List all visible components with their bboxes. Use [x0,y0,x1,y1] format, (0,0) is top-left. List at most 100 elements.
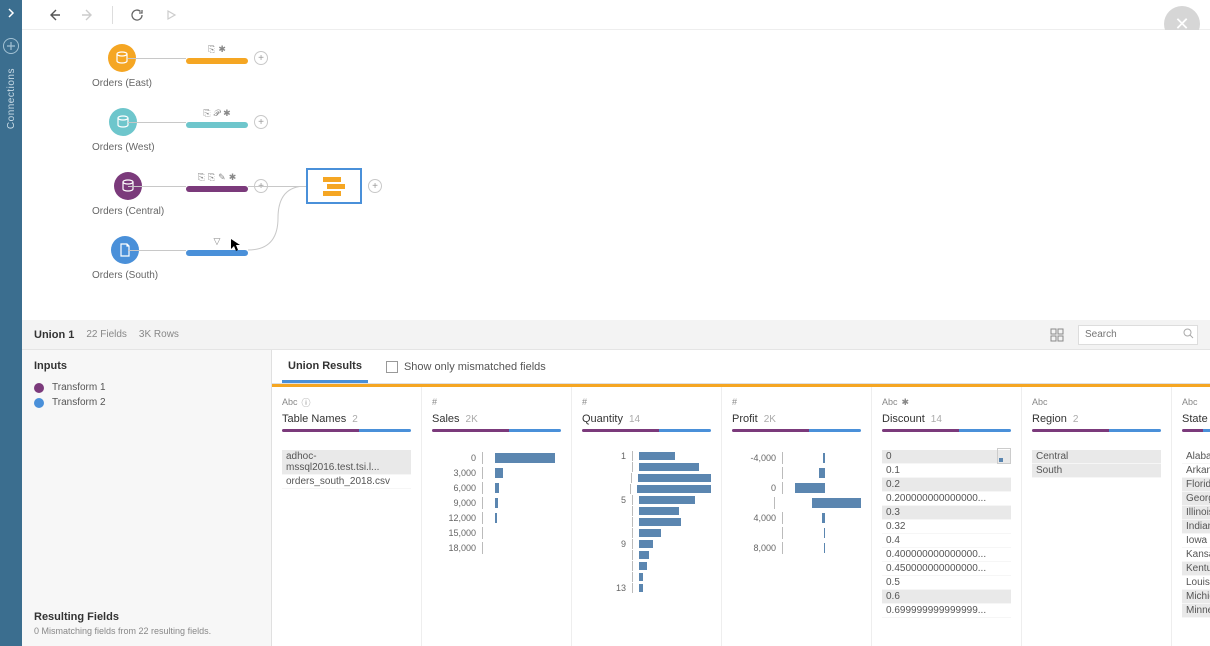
card-count: 14 [931,414,942,425]
hist-tick [632,495,633,505]
value-row[interactable]: Minnes [1182,604,1210,618]
value-row[interactable]: South [1032,464,1161,478]
flow-canvas[interactable]: Orders (East) ⎘ ✱ + Orders (West) ⎘ 𝒫 ✱ … [22,30,1210,320]
hist-bar [639,496,695,504]
flow-node-orders-west[interactable]: Orders (West) [92,108,155,153]
value-row[interactable]: Indiana [1182,520,1210,534]
hist-bar [637,485,711,493]
value-row[interactable]: 0.4 [882,534,1011,548]
back-button[interactable] [44,5,64,25]
value-row[interactable]: 0.400000000000000... [882,548,1011,562]
step-out-icon: ⎘ [203,108,210,119]
value-row[interactable]: 0.32 [882,520,1011,534]
flow-step-west[interactable]: ⎘ 𝒫 ✱ [186,108,248,128]
hist-tick [482,452,483,464]
expand-rail-button[interactable] [7,8,15,18]
hist-label: 0 [432,453,476,463]
value-row[interactable]: Kentuc [1182,562,1210,576]
value-row[interactable]: adhoc-mssql2016.test.tsi.l... [282,450,411,475]
card-profit[interactable]: # Profit 2K -4,00004,0008,000 [722,387,872,646]
inputs-title: Inputs [34,360,259,372]
hist-bar [822,513,825,523]
info-icon: ⓘ [302,396,311,409]
mismatched-fields-checkbox[interactable]: Show only mismatched fields [386,361,546,373]
value-row[interactable]: Illinois [1182,506,1210,520]
add-connection-button[interactable] [3,38,19,54]
value-row[interactable]: 0.1 [882,464,1011,478]
card-count: 2 [352,414,358,425]
histogram-thumbnail-icon [997,448,1011,464]
card-discount[interactable]: Abc ✱ Discount 14 00.10.20.2000000000000… [872,387,1022,646]
card-state[interactable]: Abc State AlabamArkansFloridaGeorgiIllin… [1172,387,1210,646]
step-link-icon: 𝒫 [214,108,221,119]
value-row[interactable]: 0.2 [882,478,1011,492]
hist-tick [632,583,633,593]
value-row[interactable]: Central [1032,450,1161,464]
add-step-button[interactable]: + [368,179,382,193]
card-title: Table Names [282,413,346,425]
card-quantity[interactable]: # Quantity 14 15913 [572,387,722,646]
value-row[interactable]: Louisia [1182,576,1210,590]
grid-view-button[interactable] [1048,326,1066,344]
tab-union-results[interactable]: Union Results [282,352,368,383]
value-row[interactable]: Kansas [1182,548,1210,562]
value-row[interactable]: 0.200000000000000... [882,492,1011,506]
value-row[interactable]: 0.699999999999999... [882,604,1011,618]
forward-button[interactable] [78,5,98,25]
histogram-row: 1 [582,450,711,461]
hist-bar [819,468,825,478]
hist-tick [482,527,483,539]
input-item[interactable]: Transform 1 [34,380,259,395]
value-row[interactable]: 0.5 [882,576,1011,590]
flow-node-orders-east[interactable]: Orders (East) [92,44,152,89]
rows-count: 3K Rows [139,329,179,340]
value-row[interactable]: 0.3 [882,506,1011,520]
card-sales[interactable]: # Sales 2K 03,0006,0009,00012,00015,0001… [422,387,572,646]
value-row[interactable]: Georgi [1182,492,1210,506]
hist-label: 5 [582,495,626,505]
hist-label: 9 [582,539,626,549]
value-row[interactable]: 0.450000000000000... [882,562,1011,576]
node-label: Orders (Central) [92,206,164,217]
search-input[interactable] [1078,325,1198,345]
connections-label: Connections [6,68,17,129]
histogram-row: 4,000 [732,510,861,525]
flow-step-south[interactable]: ▽ [186,236,248,256]
hist-tick [782,452,783,464]
hist-bar [495,483,499,493]
value-row[interactable]: orders_south_2018.csv [282,475,411,489]
step-edit-icon: ✎ [218,172,226,183]
card-table-names[interactable]: Abc ⓘ Table Names 2 adhoc-mssql2016.test… [272,387,422,646]
hist-bar [639,529,661,537]
value-row[interactable]: 0.6 [882,590,1011,604]
card-title: State [1182,413,1208,425]
value-row[interactable]: 0 [882,450,1011,464]
input-item[interactable]: Transform 2 [34,395,259,410]
add-step-button[interactable]: + [254,51,268,65]
hist-tick [482,497,483,509]
card-region[interactable]: Abc Region 2 CentralSouth [1022,387,1172,646]
histogram-row [582,505,711,516]
flow-node-union[interactable]: Union 1 [306,168,340,183]
refresh-button[interactable] [127,5,147,25]
hist-tick [782,467,783,479]
hist-label: 0 [732,483,776,493]
type-icon: Abc ⓘ [282,395,411,409]
value-row[interactable]: Iowa [1182,534,1210,548]
hist-bar [639,452,675,460]
results-tabs: Union Results Show only mismatched field… [272,350,1210,384]
flow-step-central[interactable]: ⎘ ⎘ ✎ ✱ [186,172,248,192]
value-row[interactable]: Michig [1182,590,1210,604]
connector [128,58,186,59]
hist-label: -4,000 [732,453,776,463]
value-row[interactable]: Florida [1182,478,1210,492]
value-row[interactable]: Alabam [1182,450,1210,464]
flow-node-orders-south[interactable]: Orders (South) [92,236,158,281]
add-step-button[interactable]: + [254,115,268,129]
flow-node-orders-central[interactable]: Orders (Central) [92,172,164,217]
flow-step-east[interactable]: ⎘ ✱ [186,44,248,64]
hist-bar [824,528,825,538]
value-row[interactable]: Arkans [1182,464,1210,478]
fields-count: 22 Fields [86,329,127,340]
run-button[interactable] [161,5,181,25]
